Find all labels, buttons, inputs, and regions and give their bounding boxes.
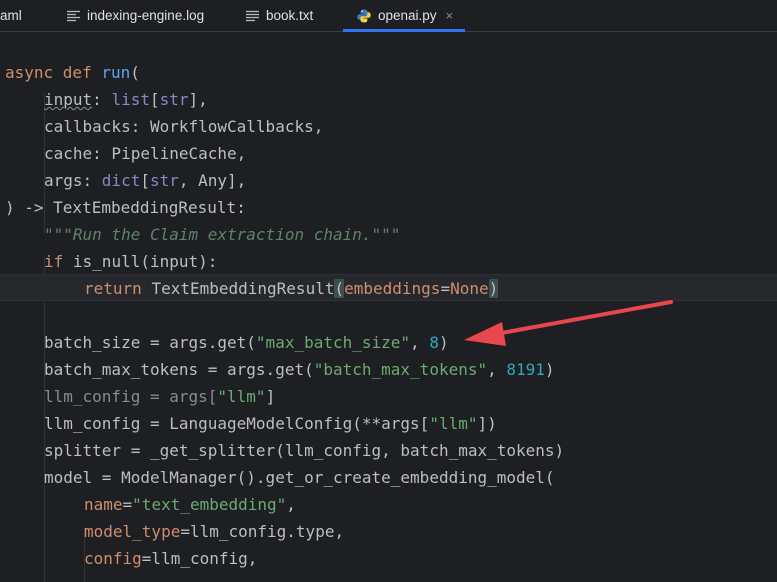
red-arrow-annotation bbox=[464, 300, 673, 346]
